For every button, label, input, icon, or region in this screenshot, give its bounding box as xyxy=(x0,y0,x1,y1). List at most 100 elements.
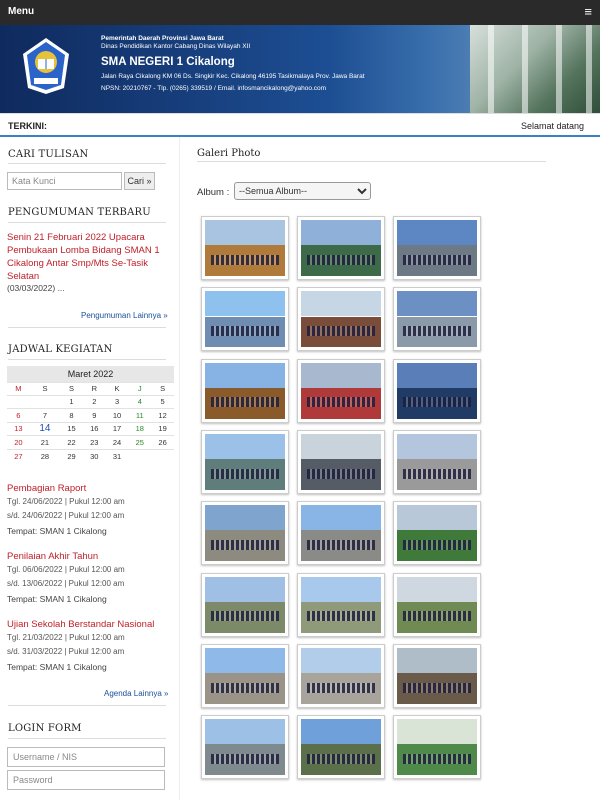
menu-label[interactable]: Menu xyxy=(8,6,34,17)
calendar-day[interactable]: 8 xyxy=(60,408,83,422)
ticker-message[interactable]: Selamat datang xyxy=(521,121,584,131)
header-photo xyxy=(470,25,600,113)
gallery-photo xyxy=(301,220,381,276)
gallery-thumbnail[interactable] xyxy=(393,643,481,708)
gallery-thumbnail[interactable] xyxy=(201,287,289,352)
event-title[interactable]: Penilaian Akhir Tahun xyxy=(7,551,175,563)
event-title[interactable]: Ujian Sekolah Berstandar Nasional xyxy=(7,619,175,631)
event-item: Ujian Sekolah Berstandar Nasional Tgl. 2… xyxy=(7,619,175,674)
calendar-day[interactable]: 4 xyxy=(128,394,152,409)
event-place: Tempat: SMAN 1 Cikalong xyxy=(7,662,107,672)
more-announcements-link[interactable]: Pengumuman Lainnya » xyxy=(81,311,168,320)
schedule-section-title: JADWAL KEGIATAN xyxy=(8,344,113,355)
calendar-day[interactable]: 28 xyxy=(29,448,61,463)
gallery-thumbnail[interactable] xyxy=(201,216,289,280)
calendar-day[interactable]: 26 xyxy=(151,435,174,449)
gallery-thumbnail[interactable] xyxy=(393,358,481,423)
event-start: Tgl. 06/06/2022 | Pukul 12:00 am xyxy=(7,565,125,574)
gallery-thumbnail[interactable] xyxy=(297,216,385,280)
gallery-photo xyxy=(397,291,477,348)
gallery-thumbnail[interactable] xyxy=(201,643,289,708)
calendar-day[interactable]: 3 xyxy=(105,394,129,409)
calendar-day[interactable]: 6 xyxy=(7,408,30,422)
divider xyxy=(8,163,166,164)
gallery-thumbnail[interactable] xyxy=(393,572,481,637)
gallery-thumbnail[interactable] xyxy=(201,715,289,780)
username-input[interactable] xyxy=(7,747,165,767)
album-select[interactable]: --Semua Album-- xyxy=(234,182,371,200)
calendar-day[interactable]: 16 xyxy=(82,421,106,436)
password-input[interactable] xyxy=(7,770,165,790)
calendar-day[interactable]: 14 xyxy=(29,421,61,436)
gallery-photo xyxy=(301,576,381,633)
calendar-day[interactable]: 15 xyxy=(60,421,83,436)
calendar-day[interactable]: 2 xyxy=(82,394,106,409)
calendar-day[interactable]: 20 xyxy=(7,435,30,449)
gallery-thumbnail[interactable] xyxy=(201,572,289,637)
top-menu-bar: Menu ≡ xyxy=(0,0,600,25)
divider xyxy=(8,222,166,223)
calendar-empty xyxy=(29,394,61,409)
announcement-date: (03/03/2022) ... xyxy=(7,283,65,293)
calendar: Maret 2022 M S S R K J S 1 2 3 4 5 6 7 8 9 10 11 12… xyxy=(7,366,174,463)
calendar-dow: S xyxy=(60,381,83,395)
calendar-day[interactable]: 29 xyxy=(60,448,83,463)
gallery-thumbnail[interactable] xyxy=(297,715,385,780)
gallery-thumbnail[interactable] xyxy=(393,501,481,566)
calendar-day[interactable]: 23 xyxy=(82,435,106,449)
calendar-day[interactable]: 27 xyxy=(7,448,30,463)
calendar-dow: J xyxy=(128,381,152,395)
event-start: Tgl. 21/03/2022 | Pukul 12:00 am xyxy=(7,633,125,642)
gallery-thumbnail[interactable] xyxy=(201,501,289,566)
gallery-photo xyxy=(397,719,477,776)
calendar-day[interactable]: 22 xyxy=(60,435,83,449)
gallery-thumbnail[interactable] xyxy=(297,287,385,352)
calendar-day[interactable]: 25 xyxy=(128,435,152,449)
calendar-day[interactable]: 11 xyxy=(128,408,152,422)
calendar-empty xyxy=(151,448,174,463)
news-ticker: TERKINI: Selamat datang xyxy=(0,113,600,137)
calendar-day[interactable]: 10 xyxy=(105,408,129,422)
gallery-photo xyxy=(301,647,381,704)
gallery-photo xyxy=(205,362,285,419)
search-section-title: CARI TULISAN xyxy=(8,149,89,160)
calendar-day[interactable]: 19 xyxy=(151,421,174,436)
gallery-thumbnail[interactable] xyxy=(393,429,481,494)
calendar-empty xyxy=(128,448,152,463)
calendar-day[interactable]: 9 xyxy=(82,408,106,422)
calendar-day[interactable]: 13 xyxy=(7,421,30,436)
calendar-day[interactable]: 24 xyxy=(105,435,129,449)
event-place: Tempat: SMAN 1 Cikalong xyxy=(7,594,107,604)
gallery-thumbnail[interactable] xyxy=(297,643,385,708)
gallery-thumbnail[interactable] xyxy=(393,216,481,280)
event-title[interactable]: Pembagian Raport xyxy=(7,483,175,495)
calendar-day[interactable]: 31 xyxy=(105,448,129,463)
gallery-thumbnail[interactable] xyxy=(297,501,385,566)
school-name[interactable]: SMA NEGERI 1 Cikalong xyxy=(101,55,365,69)
calendar-day[interactable]: 21 xyxy=(29,435,61,449)
search-input[interactable] xyxy=(7,172,122,190)
gallery-thumbnail[interactable] xyxy=(393,715,481,780)
gallery-thumbnail[interactable] xyxy=(393,287,481,352)
hamburger-icon[interactable]: ≡ xyxy=(584,4,592,19)
calendar-day[interactable]: 18 xyxy=(128,421,152,436)
calendar-day[interactable]: 5 xyxy=(151,394,174,409)
more-agenda-link[interactable]: Agenda Lainnya » xyxy=(104,689,169,698)
calendar-day[interactable]: 1 xyxy=(60,394,83,409)
calendar-day[interactable]: 12 xyxy=(151,408,174,422)
gallery-thumbnail[interactable] xyxy=(201,429,289,494)
calendar-day[interactable]: 7 xyxy=(29,408,61,422)
gallery-photo xyxy=(205,576,285,633)
search-button[interactable]: Cari » xyxy=(124,172,155,190)
divider xyxy=(8,359,166,360)
announcement-link[interactable]: Senin 21 Februari 2022 Upacara Pembukaan… xyxy=(7,231,172,283)
ticker-label: TERKINI: xyxy=(8,121,47,131)
event-end: s/d. 24/06/2022 | Pukul 12:00 am xyxy=(7,511,125,520)
calendar-day[interactable]: 17 xyxy=(105,421,129,436)
school-logo[interactable] xyxy=(20,36,72,96)
gallery-thumbnail[interactable] xyxy=(297,429,385,494)
gallery-thumbnail[interactable] xyxy=(297,572,385,637)
gallery-thumbnail[interactable] xyxy=(297,358,385,423)
gallery-thumbnail[interactable] xyxy=(201,358,289,423)
calendar-day[interactable]: 30 xyxy=(82,448,106,463)
